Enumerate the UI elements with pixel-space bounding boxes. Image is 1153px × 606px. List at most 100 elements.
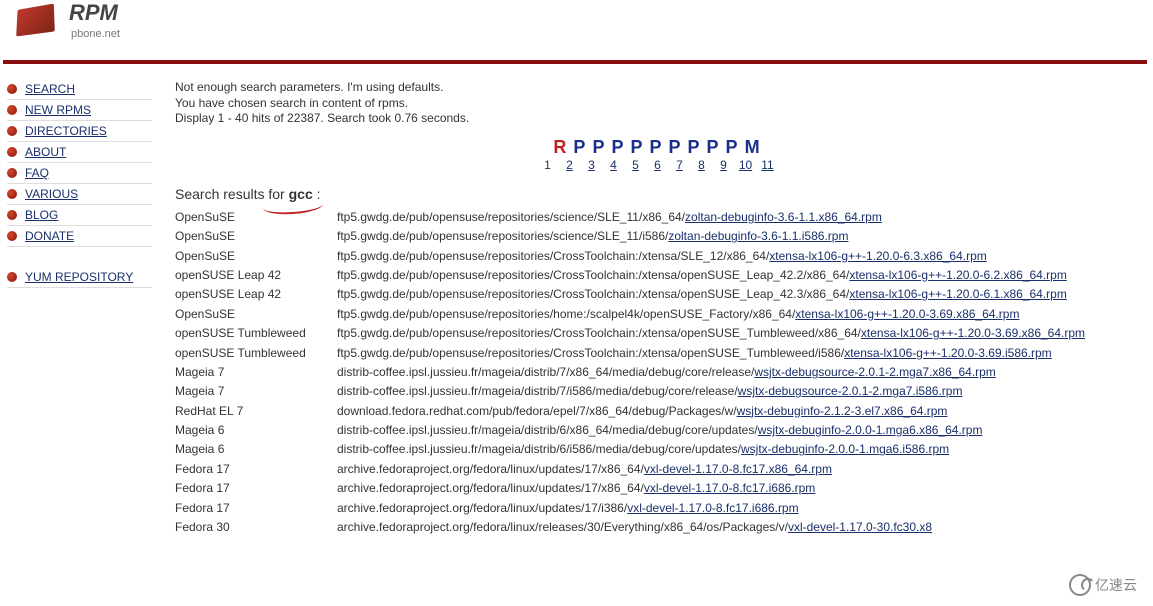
search-label-pre: Search results for	[175, 186, 289, 202]
path-text: ftp5.gwdg.de/pub/opensuse/repositories/C…	[337, 249, 769, 263]
distro-cell: Mageia 7	[175, 363, 337, 382]
pager-page-3[interactable]: 3	[584, 158, 600, 172]
pager-page-6[interactable]: 6	[650, 158, 666, 172]
path-cell: ftp5.gwdg.de/pub/opensuse/repositories/C…	[337, 344, 1140, 363]
pager-page-1: 1	[540, 158, 556, 172]
nav-bullet-icon	[7, 105, 17, 115]
rpm-link[interactable]: xtensa-lx106-g++-1.20.0-3.69.i586.rpm	[844, 346, 1051, 360]
pager-letter: P	[630, 137, 649, 157]
pager-page-10[interactable]: 10	[738, 158, 754, 172]
path-cell: ftp5.gwdg.de/pub/opensuse/repositories/C…	[337, 247, 1140, 266]
nav-label: NEW RPMS	[25, 103, 91, 117]
path-cell: ftp5.gwdg.de/pub/opensuse/repositories/s…	[337, 208, 1140, 227]
rpm-link[interactable]: wsjtx-debuginfo-2.0.0-1.mga6.x86_64.rpm	[758, 423, 983, 437]
nav-bullet-icon	[7, 147, 17, 157]
distro-cell: OpenSuSE	[175, 208, 337, 227]
path-cell: ftp5.gwdg.de/pub/opensuse/repositories/C…	[337, 324, 1140, 343]
path-text: archive.fedoraproject.org/fedora/linux/u…	[337, 462, 644, 476]
rpm-link[interactable]: xtensa-lx106-g++-1.20.0-6.3.x86_64.rpm	[769, 249, 986, 263]
nav-label: YUM REPOSITORY	[25, 270, 133, 284]
pager-page-4[interactable]: 4	[606, 158, 622, 172]
rpm-link[interactable]: vxl-devel-1.17.0-30.fc30.x8	[788, 520, 932, 534]
logo-main-text: RPM	[69, 0, 118, 25]
distro-cell: Fedora 30	[175, 518, 337, 537]
pager-page-5[interactable]: 5	[628, 158, 644, 172]
header: RPM pbone.net	[0, 0, 1150, 60]
nav-item-faq[interactable]: FAQ	[7, 163, 152, 184]
pager-letter: P	[592, 137, 611, 157]
logo-sub-text: pbone.net	[71, 28, 120, 40]
msg-line1: Not enough search parameters. I'm using …	[175, 80, 443, 94]
rpm-link[interactable]: wsjtx-debugsource-2.0.1-2.mga7.x86_64.rp…	[754, 365, 995, 379]
rpm-link[interactable]: xtensa-lx106-g++-1.20.0-3.69.x86_64.rpm	[861, 326, 1085, 340]
nav-item-search[interactable]: SEARCH	[7, 79, 152, 100]
nav-label: DONATE	[25, 229, 74, 243]
rpm-link[interactable]: xtensa-lx106-g++-1.20.0-6.1.x86_64.rpm	[849, 287, 1066, 301]
nav-item-new-rpms[interactable]: NEW RPMS	[7, 100, 152, 121]
path-text: distrib-coffee.ipsl.jussieu.fr/mageia/di…	[337, 365, 754, 379]
nav-label: BLOG	[25, 208, 58, 222]
table-row: OpenSuSEftp5.gwdg.de/pub/opensuse/reposi…	[175, 305, 1140, 324]
path-cell: archive.fedoraproject.org/fedora/linux/r…	[337, 518, 1140, 537]
distro-cell: Mageia 6	[175, 440, 337, 459]
pager-letter: P	[669, 137, 688, 157]
distro-cell: Fedora 17	[175, 460, 337, 479]
path-cell: ftp5.gwdg.de/pub/opensuse/repositories/C…	[337, 285, 1140, 304]
nav-item-yum-repository[interactable]: YUM REPOSITORY	[7, 267, 152, 288]
path-cell: distrib-coffee.ipsl.jussieu.fr/mageia/di…	[337, 382, 1140, 401]
path-cell: download.fedora.redhat.com/pub/fedora/ep…	[337, 402, 1140, 421]
rpm-link[interactable]: vxl-devel-1.17.0-8.fc17.i686.rpm	[644, 481, 815, 495]
table-row: OpenSuSEftp5.gwdg.de/pub/opensuse/reposi…	[175, 227, 1140, 246]
distro-cell: Fedora 17	[175, 479, 337, 498]
path-text: ftp5.gwdg.de/pub/opensuse/repositories/s…	[337, 210, 685, 224]
msg-line2: You have chosen search in content of rpm…	[175, 96, 408, 110]
pager-page-9[interactable]: 9	[716, 158, 732, 172]
logo[interactable]: RPM pbone.net	[0, 0, 1150, 40]
pager-page-7[interactable]: 7	[672, 158, 688, 172]
nav-item-donate[interactable]: DONATE	[7, 226, 152, 247]
rpm-link[interactable]: wsjtx-debugsource-2.0.1-2.mga7.i586.rpm	[738, 384, 963, 398]
rpm-link[interactable]: wsjtx-debuginfo-2.0.0-1.mga6.i586.rpm	[741, 442, 949, 456]
search-term: gcc	[289, 186, 313, 202]
nav-bullet-icon	[7, 168, 17, 178]
sidebar: SEARCH NEW RPMS DIRECTORIES ABOUT FAQVARIOUS…	[0, 64, 157, 288]
nav-item-about[interactable]: ABOUT	[7, 142, 152, 163]
nav-bullet-icon	[7, 126, 17, 136]
distro-cell: Mageia 7	[175, 382, 337, 401]
path-cell: archive.fedoraproject.org/fedora/linux/u…	[337, 460, 1140, 479]
rpm-link[interactable]: zoltan-debuginfo-3.6-1.1.x86_64.rpm	[685, 210, 882, 224]
pager-numbers: 123456789 10 11	[175, 158, 1140, 172]
path-cell: distrib-coffee.ipsl.jussieu.fr/mageia/di…	[337, 421, 1140, 440]
nav-item-directories[interactable]: DIRECTORIES	[7, 121, 152, 142]
path-text: distrib-coffee.ipsl.jussieu.fr/mageia/di…	[337, 384, 738, 398]
pager-page-2[interactable]: 2	[562, 158, 578, 172]
table-row: Fedora 30archive.fedoraproject.org/fedor…	[175, 518, 1140, 537]
path-cell: archive.fedoraproject.org/fedora/linux/u…	[337, 479, 1140, 498]
distro-cell: RedHat EL 7	[175, 402, 337, 421]
table-row: Mageia 6distrib-coffee.ipsl.jussieu.fr/m…	[175, 440, 1140, 459]
rpm-link[interactable]: vxl-devel-1.17.0-8.fc17.i686.rpm	[627, 501, 798, 515]
pager-letters: RPPPPPPPPPM	[180, 137, 1140, 158]
distro-cell: Mageia 6	[175, 421, 337, 440]
search-results-title: Search results for gcc :	[175, 186, 1140, 202]
pager-page-11[interactable]: 11	[760, 158, 776, 172]
rpm-link[interactable]: xtensa-lx106-g++-1.20.0-3.69.x86_64.rpm	[795, 307, 1019, 321]
pager: RPPPPPPPPPM 123456789 10 11	[175, 137, 1140, 172]
nav-label: ABOUT	[25, 145, 66, 159]
rpm-link[interactable]: zoltan-debuginfo-3.6-1.1.i586.rpm	[668, 229, 848, 243]
nav-item-blog[interactable]: BLOG	[7, 205, 152, 226]
pager-letter: P	[611, 137, 630, 157]
watermark-icon	[1069, 574, 1091, 596]
distro-cell: openSUSE Leap 42	[175, 285, 337, 304]
rpm-link[interactable]: vxl-devel-1.17.0-8.fc17.x86_64.rpm	[644, 462, 832, 476]
nav-item-various[interactable]: VARIOUS	[7, 184, 152, 205]
rpm-link[interactable]: wsjtx-debuginfo-2.1.2-3.el7.x86_64.rpm	[737, 404, 948, 418]
table-row: openSUSE Tumbleweedftp5.gwdg.de/pub/open…	[175, 344, 1140, 363]
pager-letter: P	[573, 137, 592, 157]
distro-cell: OpenSuSE	[175, 247, 337, 266]
path-cell: ftp5.gwdg.de/pub/opensuse/repositories/h…	[337, 305, 1140, 324]
rpm-link[interactable]: xtensa-lx106-g++-1.20.0-6.2.x86_64.rpm	[849, 268, 1066, 282]
table-row: Mageia 7distrib-coffee.ipsl.jussieu.fr/m…	[175, 382, 1140, 401]
pager-page-8[interactable]: 8	[694, 158, 710, 172]
path-text: download.fedora.redhat.com/pub/fedora/ep…	[337, 404, 737, 418]
